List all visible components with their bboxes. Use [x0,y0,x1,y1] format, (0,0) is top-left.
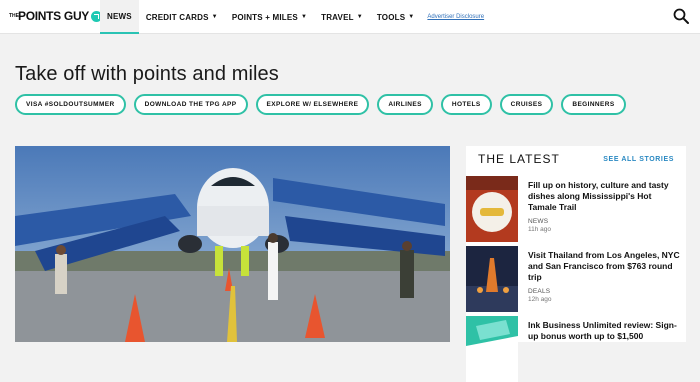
nav-credit-cards[interactable]: CREDIT CARDS ▼ [139,0,225,34]
story-item[interactable]: Ink Business Unlimited review: Sign-up b… [466,316,686,382]
nav-credit-cards-label: CREDIT CARDS [145,12,209,22]
pill-visa-soldoutsummer[interactable]: VISA #SOLDOUTSUMMER [15,94,126,115]
hero-image[interactable] [15,146,450,342]
latest-title: THE LATEST [478,152,560,166]
story-time: 11h ago [528,226,552,233]
advertiser-disclosure-link[interactable]: Advertiser Disclosure [427,0,484,34]
story-thumbnail [466,176,518,242]
latest-header: THE LATEST SEE ALL STORIES [466,146,686,172]
story-category: NEWS [528,218,549,225]
story-title[interactable]: Visit Thailand from Los Angeles, NYC and… [528,250,680,283]
story-title[interactable]: Ink Business Unlimited review: Sign-up b… [528,320,680,342]
pill-explore-elsewhere[interactable]: EXPLORE W/ ELSEWHERE [255,94,370,115]
search-icon[interactable] [673,8,689,24]
nav-tools[interactable]: TOOLS ▼ [370,0,422,34]
pill-hotels[interactable]: HOTELS [440,94,492,115]
nav-tools-label: TOOLS [376,12,406,22]
story-category: DEALS [528,288,551,295]
see-all-stories-link[interactable]: SEE ALL STORIES [603,156,674,163]
nav-points-miles-label: POINTS + MILES [231,12,298,22]
main-nav: NEWS CREDIT CARDS ▼ POINTS + MILES ▼ TRAVE… [100,0,484,34]
story-item[interactable]: Visit Thailand from Los Angeles, NYC and… [466,246,686,312]
logo-text: POINTS GUY [18,9,90,23]
nav-news-label: NEWS [107,11,132,21]
site-logo[interactable]: THE POINTS GUY [9,8,103,24]
pill-download-app[interactable]: DOWNLOAD THE TPG APP [133,94,248,115]
page-title: Take off with points and miles [15,63,279,85]
story-item[interactable]: Fill up on history, culture and tasty di… [466,176,686,242]
nav-travel[interactable]: TRAVEL ▼ [314,0,370,34]
airplane-boarding-photo [15,146,450,342]
pill-beginners[interactable]: BEGINNERS [561,94,626,115]
topic-pills: VISA #SOLDOUTSUMMER DOWNLOAD THE TPG APP… [15,94,626,115]
story-thumbnail [466,246,518,312]
story-time: 12h ago [528,296,552,303]
latest-stories-panel: THE LATEST SEE ALL STORIES Fill up on hi… [466,146,686,382]
nav-travel-label: TRAVEL [321,12,354,22]
nav-points-miles[interactable]: POINTS + MILES ▼ [225,0,314,34]
top-navigation-bar: THE POINTS GUY NEWS CREDIT CARDS ▼ POINTS… [0,0,700,34]
pill-cruises[interactable]: CRUISES [499,94,554,115]
story-title[interactable]: Fill up on history, culture and tasty di… [528,180,680,213]
nav-news[interactable]: NEWS [100,0,139,34]
chevron-down-icon: ▼ [300,14,308,20]
chevron-down-icon: ▼ [211,14,218,20]
chevron-down-icon: ▼ [408,14,415,20]
logo-prefix: THE [9,12,19,19]
story-thumbnail [466,316,518,382]
pill-airlines[interactable]: AIRLINES [377,94,433,115]
chevron-down-icon: ▼ [356,14,363,20]
